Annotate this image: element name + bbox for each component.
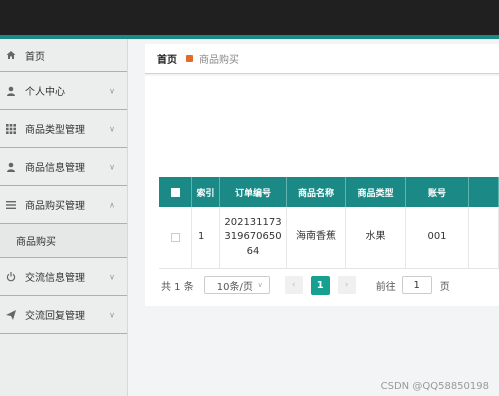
sidebar-item-home[interactable]: 首页 [0,39,127,72]
order-number-line: 319670650 [224,231,282,243]
top-bar [0,0,499,35]
column-header: 订单编号 [220,177,287,207]
sidebar-item-product-purchase[interactable]: 商品购买管理 ∧ [0,186,127,224]
breadcrumb-separator-icon [186,55,193,62]
breadcrumb-home[interactable]: 首页 [157,51,177,66]
table-row: 1 202131173 319670650 64 海南香蕉 水果 001 [159,207,499,269]
cell-order-number: 202131173 319670650 64 [220,207,287,268]
column-header: 索引 [192,177,220,207]
cell-account: 001 [406,207,469,268]
send-icon [6,309,16,320]
home-icon [6,50,16,60]
column-header [469,177,499,207]
column-header: 账号 [406,177,469,207]
sidebar-item-personal-center[interactable]: 个人中心 ∨ [0,72,127,110]
breadcrumb-current: 商品购买 [199,55,239,66]
sidebar-item-product-type[interactable]: 商品类型管理 ∨ [0,110,127,148]
order-number-line: 64 [246,245,260,257]
sidebar-item-exchange-reply[interactable]: 交流回复管理 ∨ [0,296,127,334]
next-page-button[interactable]: › [337,276,356,294]
goto-page-input[interactable]: 1 [401,276,432,294]
page-size-select[interactable]: 10条/页 ∨ [203,276,270,294]
sidebar-item-label: 商品类型管理 [25,125,85,136]
grid-icon [6,123,16,134]
row-select-cell [159,207,192,268]
prev-page-button[interactable]: ‹ [284,276,303,294]
cell-index: 1 [192,207,220,268]
sidebar-item-product-info[interactable]: 商品信息管理 ∨ [0,148,127,186]
select-all-checkbox[interactable] [170,187,180,197]
goto-label: 前往 [375,281,396,293]
power-icon [6,271,16,282]
list-icon [6,200,16,210]
sidebar-item-label: 首页 [25,51,45,63]
sidebar-item-label: 交流信息管理 [25,273,85,284]
row-checkbox[interactable] [170,233,180,242]
sidebar-item-exchange-info[interactable]: 交流信息管理 ∨ [0,258,127,296]
user-icon [6,86,16,96]
breadcrumb: 首页 商品购买 [145,44,499,74]
sidebar-subitem-purchase[interactable]: 商品购买 [0,224,127,258]
sidebar-item-label: 交流回复管理 [25,311,85,322]
column-header: 商品类型 [346,177,406,207]
chevron-down-icon: ∨ [109,272,115,281]
chevron-down-icon: ∨ [257,281,263,289]
cell-product-name: 海南香蕉 [287,207,346,268]
page-number-current[interactable]: 1 [310,275,330,295]
column-header: 商品名称 [287,177,346,207]
page-size-value: 10条/页 [216,281,253,293]
chevron-up-icon: ∧ [109,200,115,209]
sidebar-item-label: 商品信息管理 [25,163,85,174]
chevron-down-icon: ∨ [109,86,115,95]
sidebar: 首页 个人中心 ∨ 商品类型管理 ∨ 商品信息管理 ∨ 商品购买管理 ∧ 商品购… [0,39,128,396]
chevron-down-icon: ∨ [109,162,115,171]
pagination: 共 1 条 10条/页 ∨ ‹ 1 › 前往 1 页 [145,273,499,297]
total-count: 共 1 条 [161,281,194,293]
cell-product-type: 水果 [346,207,406,268]
user-icon [6,162,16,172]
cell-extra [469,207,499,268]
order-number-line: 202131173 [224,216,282,228]
chevron-down-icon: ∨ [109,310,115,319]
sidebar-item-label: 商品购买管理 [25,201,85,212]
select-all-cell [159,177,192,207]
chevron-down-icon: ∨ [109,124,115,133]
purchase-table: 索引 订单编号 商品名称 商品类型 账号 1 202131173 3196706… [159,177,499,269]
watermark: CSDN @QQ58850198 [380,381,489,392]
sidebar-item-label: 个人中心 [25,87,65,98]
table-header: 索引 订单编号 商品名称 商品类型 账号 [159,177,499,207]
page-unit-label: 页 [439,281,450,293]
